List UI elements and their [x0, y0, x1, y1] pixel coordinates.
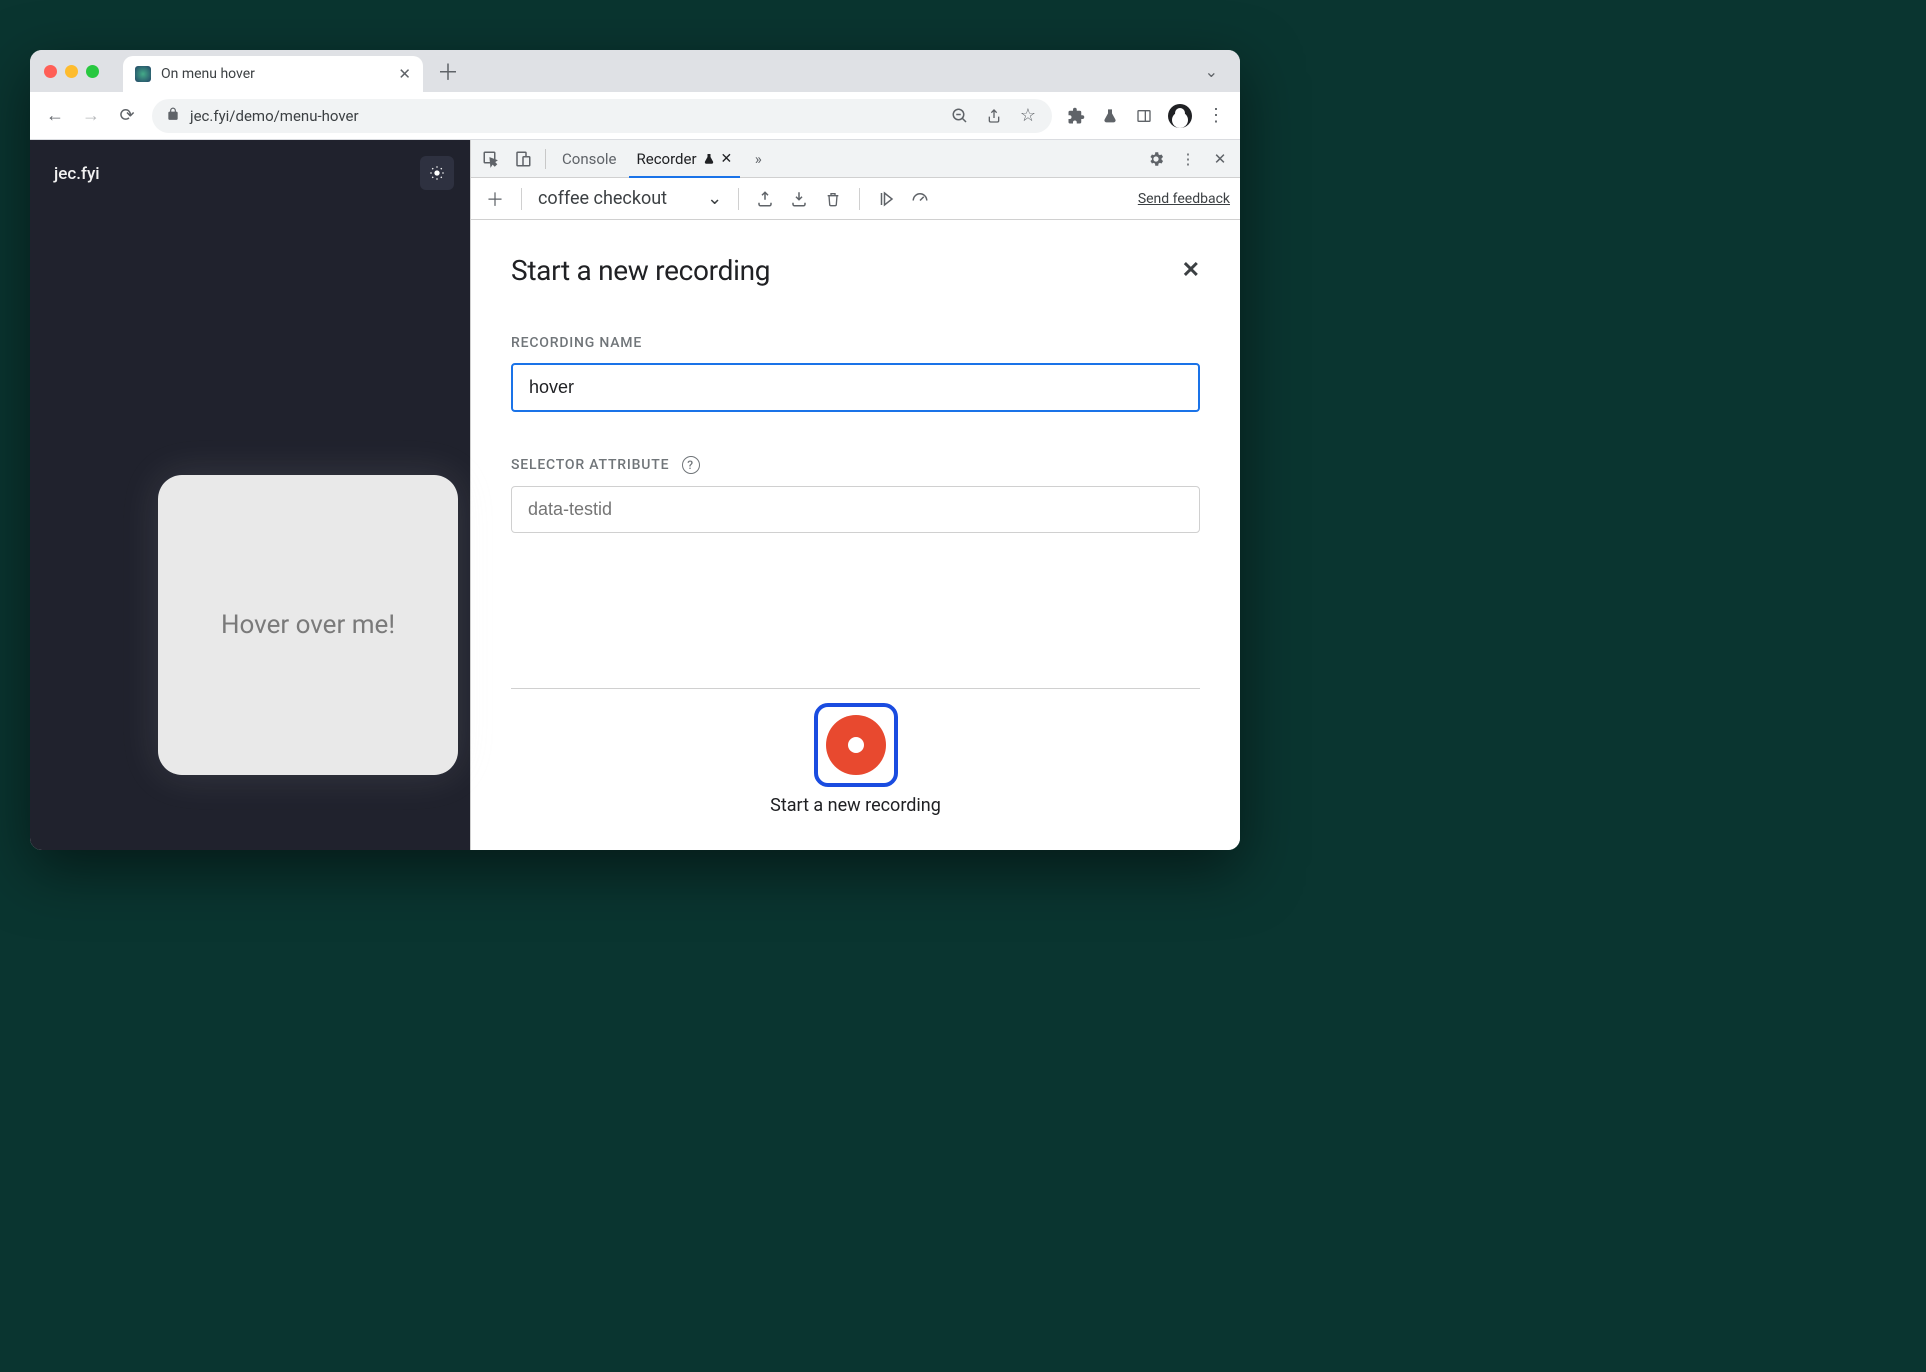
device-toggle-icon[interactable]	[509, 145, 537, 173]
sun-icon	[429, 165, 445, 181]
share-icon[interactable]	[984, 106, 1004, 126]
recording-name-input[interactable]	[511, 363, 1200, 412]
performance-icon[interactable]	[906, 185, 934, 213]
selector-attribute-label: SELECTOR ATTRIBUTE ?	[511, 456, 1200, 474]
devtools-tab-bar: Console Recorder ✕ » ⋮ ✕	[471, 140, 1240, 178]
webpage: jec.fyi Hover over me!	[30, 140, 470, 850]
send-feedback-link[interactable]: Send feedback	[1138, 191, 1230, 207]
minimize-window-button[interactable]	[65, 65, 78, 78]
hover-card[interactable]: Hover over me!	[158, 475, 458, 775]
recorder-footer: Start a new recording	[511, 688, 1200, 816]
recording-selector[interactable]: coffee checkout ⌄	[534, 182, 726, 215]
favicon-icon	[135, 66, 151, 82]
zoom-out-icon[interactable]	[950, 106, 970, 126]
new-tab-button[interactable]: ＋	[437, 55, 459, 87]
tab-strip: On menu hover ✕ ＋ ⌄	[30, 50, 1240, 92]
tab-close-icon[interactable]: ✕	[398, 65, 411, 83]
devtools-panel: Console Recorder ✕ » ⋮ ✕ ＋	[470, 140, 1240, 850]
hover-card-text: Hover over me!	[221, 610, 395, 640]
recording-name-label: RECORDING NAME	[511, 335, 1200, 351]
theme-toggle-button[interactable]	[420, 156, 454, 190]
tab-title: On menu hover	[161, 66, 255, 82]
url-text: jec.fyi/demo/menu-hover	[190, 107, 359, 125]
close-dialog-icon[interactable]: ✕	[1182, 258, 1200, 283]
more-tabs-icon[interactable]: »	[744, 145, 772, 173]
devtools-menu-icon[interactable]: ⋮	[1174, 145, 1202, 173]
record-button-label: Start a new recording	[511, 795, 1200, 816]
bookmark-icon[interactable]: ☆	[1018, 106, 1038, 126]
record-button[interactable]	[814, 703, 898, 787]
labs-icon[interactable]	[1100, 106, 1120, 126]
toolbar: ← → ⟳ jec.fyi/demo/menu-hover ☆	[30, 92, 1240, 140]
selector-attribute-input[interactable]	[511, 486, 1200, 533]
content-area: jec.fyi Hover over me! Console	[30, 140, 1240, 850]
window-controls	[44, 65, 99, 78]
tab-recorder[interactable]: Recorder ✕	[629, 140, 741, 177]
settings-icon[interactable]	[1142, 145, 1170, 173]
back-button[interactable]: ←	[44, 105, 66, 126]
chrome-menu-icon[interactable]: ⋮	[1206, 106, 1226, 126]
extensions-icon[interactable]	[1066, 106, 1086, 126]
tab-close-icon[interactable]: ✕	[721, 151, 733, 167]
close-window-button[interactable]	[44, 65, 57, 78]
browser-tab[interactable]: On menu hover ✕	[123, 56, 423, 92]
devtools-close-icon[interactable]: ✕	[1206, 145, 1234, 173]
tab-console[interactable]: Console	[554, 140, 625, 177]
import-icon[interactable]	[785, 185, 813, 213]
address-bar[interactable]: jec.fyi/demo/menu-hover ☆	[152, 99, 1052, 133]
profile-avatar[interactable]	[1168, 104, 1192, 128]
export-icon[interactable]	[751, 185, 779, 213]
reload-button[interactable]: ⟳	[116, 105, 138, 126]
flask-icon	[703, 153, 715, 165]
tabs-dropdown-icon[interactable]: ⌄	[1205, 62, 1226, 81]
recording-selector-label: coffee checkout	[538, 188, 667, 209]
recorder-body: Start a new recording ✕ RECORDING NAME S…	[471, 220, 1240, 850]
side-panel-icon[interactable]	[1134, 106, 1154, 126]
new-recording-icon[interactable]: ＋	[481, 185, 509, 213]
help-icon[interactable]: ?	[682, 456, 700, 474]
site-title: jec.fyi	[54, 164, 446, 184]
browser-window: On menu hover ✕ ＋ ⌄ ← → ⟳ jec.fyi/demo/m…	[30, 50, 1240, 850]
recorder-title: Start a new recording	[511, 254, 770, 287]
inspect-element-icon[interactable]	[477, 145, 505, 173]
recorder-toolbar: ＋ coffee checkout ⌄	[471, 178, 1240, 220]
chevron-down-icon: ⌄	[707, 188, 722, 209]
delete-icon[interactable]	[819, 185, 847, 213]
lock-icon	[166, 107, 180, 125]
record-icon	[826, 715, 886, 775]
maximize-window-button[interactable]	[86, 65, 99, 78]
replay-icon[interactable]	[872, 185, 900, 213]
forward-button[interactable]: →	[80, 105, 102, 126]
